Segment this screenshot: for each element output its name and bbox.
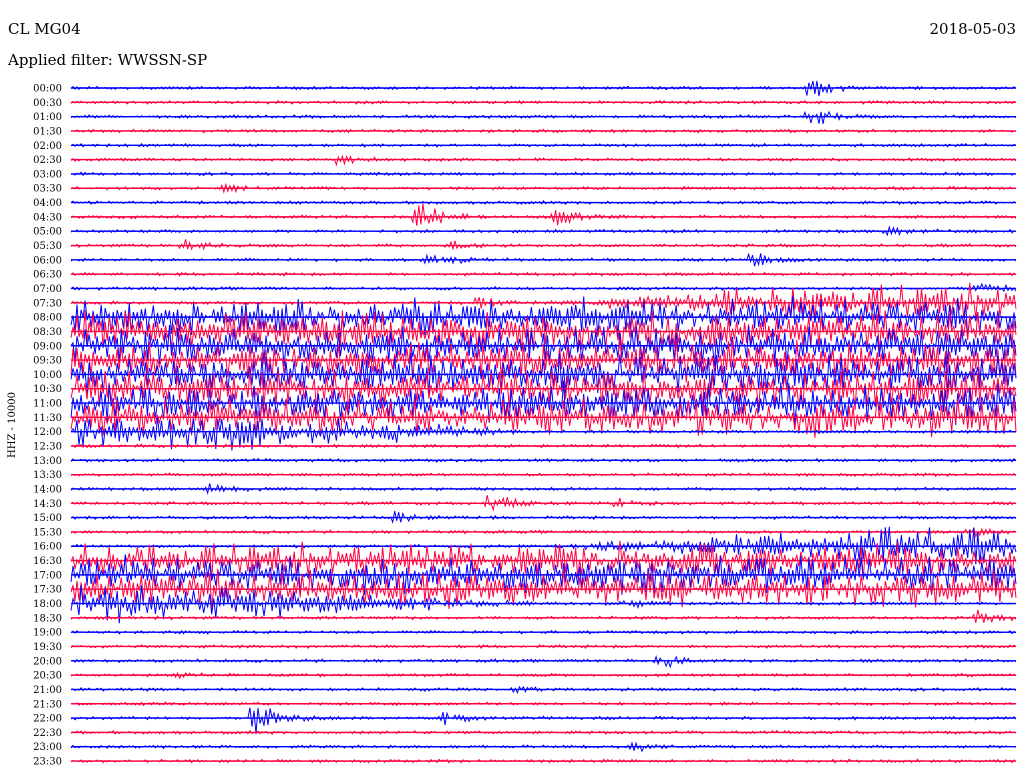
row-time-label: 18:00 [33, 599, 62, 610]
row-time-label: 07:30 [33, 298, 62, 309]
row-time-label: 11:00 [33, 399, 62, 410]
row-time-label: 00:30 [33, 98, 62, 109]
row-time-label: 23:00 [33, 742, 62, 753]
row-time-label: 04:00 [33, 198, 62, 209]
trace-row-0430 [70, 203, 1017, 226]
row-time-label: 01:30 [33, 126, 62, 137]
row-time-label: 16:30 [33, 556, 62, 567]
row-time-label: 14:30 [33, 499, 62, 510]
row-time-label: 20:00 [33, 656, 62, 667]
row-time-label: 08:30 [33, 327, 62, 338]
row-time-label: 16:00 [33, 542, 62, 553]
row-time-label: 14:00 [33, 484, 62, 495]
row-time-label: 07:00 [33, 284, 62, 295]
row-time-label: 09:30 [33, 356, 62, 367]
row-time-label: 10:00 [33, 370, 62, 381]
row-time-label: 02:30 [33, 155, 62, 166]
row-time-label: 11:30 [33, 413, 62, 424]
y-axis-label: HHZ - 10000 [7, 392, 18, 458]
row-time-label: 22:00 [33, 714, 62, 725]
row-time-label: 10:30 [33, 384, 62, 395]
trace-row-1430 [70, 495, 1017, 512]
row-time-label: 21:30 [33, 699, 62, 710]
helicorder-plot: HHZ - 10000 00:00 00:30 01:00 01:30 02:00 02:… [7, 80, 1017, 768]
trace-row-1830 [70, 609, 1017, 624]
row-time-label: 05:00 [33, 227, 62, 238]
row-time-label: 04:30 [33, 212, 62, 223]
row-time-label: 09:00 [33, 341, 62, 352]
row-time-label: 03:00 [33, 169, 62, 180]
trace-row-0230 [70, 154, 1017, 167]
row-time-label: 06:00 [33, 255, 62, 266]
row-time-label: 12:30 [33, 442, 62, 453]
row-time-label: 15:00 [33, 513, 62, 524]
row-time-label: 17:30 [33, 585, 62, 596]
row-time-label: 01:00 [33, 112, 62, 123]
row-time-label: 02:00 [33, 141, 62, 152]
trace-row-1500 [70, 510, 1017, 525]
row-time-label: 06:30 [33, 270, 62, 281]
row-time-label: 22:30 [33, 728, 62, 739]
row-time-label: 00:00 [33, 84, 62, 95]
row-time-label: 03:30 [33, 184, 62, 195]
row-time-label: 23:30 [33, 757, 62, 768]
trace-row-0100 [70, 110, 1017, 124]
row-time-label: 20:30 [33, 671, 62, 682]
trace-row-0700 [70, 282, 1017, 293]
row-time-label: 13:30 [33, 470, 62, 481]
row-time-label: 19:00 [33, 628, 62, 639]
row-time-label: 05:30 [33, 241, 62, 252]
trace-row-2000 [70, 655, 1017, 669]
trace-group [70, 80, 1017, 764]
trace-row-0530 [70, 239, 1017, 251]
trace-row-2200 [70, 707, 1017, 735]
row-time-label: 15:30 [33, 527, 62, 538]
row-time-label: 12:00 [33, 427, 62, 438]
row-time-label: 13:00 [33, 456, 62, 467]
row-time-label: 08:00 [33, 313, 62, 324]
tick-label-group: 00:00 00:30 01:00 01:30 02:00 02:30 03:00 03:30… [33, 84, 62, 768]
row-time-label: 21:00 [33, 685, 62, 696]
row-time-label: 18:30 [33, 613, 62, 624]
row-time-label: 19:30 [33, 642, 62, 653]
row-time-label: 17:00 [33, 570, 62, 581]
